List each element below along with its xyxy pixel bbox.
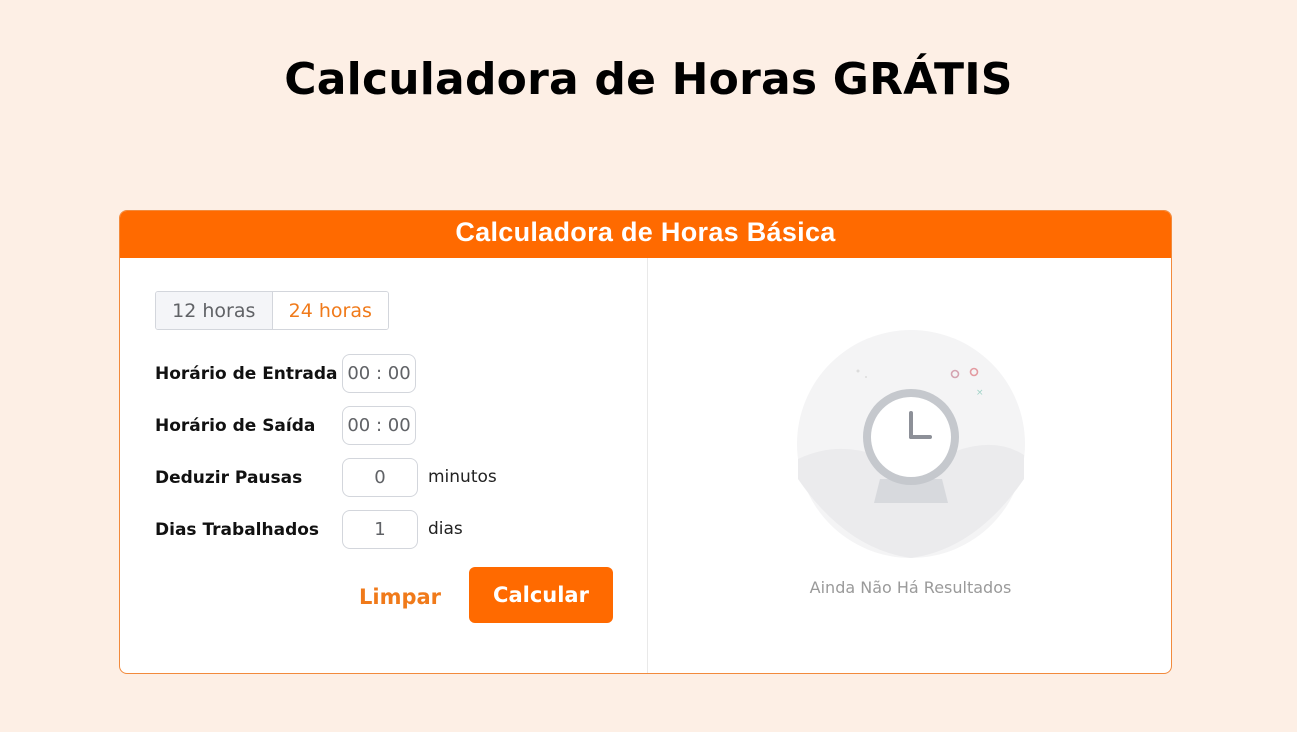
no-results-text: Ainda Não Há Resultados — [809, 578, 1012, 597]
days-unit: dias — [428, 519, 463, 539]
entry-time-input[interactable]: 00 : 00 — [342, 354, 416, 393]
exit-time-label: Horário de Saída — [155, 416, 316, 436]
clear-button[interactable]: Limpar — [356, 579, 444, 615]
days-worked-input[interactable]: 1 — [342, 510, 418, 549]
days-worked-label: Dias Trabalhados — [155, 520, 320, 540]
card-header: Calculadora de Horas Básica — [120, 211, 1171, 258]
svg-text:×: × — [976, 388, 984, 398]
breaks-unit: minutos — [428, 467, 497, 487]
time-format-toggle: 12 horas 24 horas — [155, 291, 389, 330]
breaks-input[interactable]: 0 — [342, 458, 418, 497]
exit-time-input[interactable]: 00 : 00 — [342, 406, 416, 445]
breaks-label: Deduzir Pausas — [155, 468, 303, 488]
entry-time-label: Horário de Entrada — [155, 364, 338, 384]
calculator-card: Calculadora de Horas Básica 12 horas 24 … — [119, 210, 1172, 674]
clock-icon: × — [796, 329, 1026, 559]
calculate-button[interactable]: Calcular — [469, 567, 613, 623]
page-title: Calculadora de Horas GRÁTIS — [284, 54, 1013, 105]
toggle-12-hours[interactable]: 12 horas — [156, 292, 273, 329]
toggle-24-hours[interactable]: 24 horas — [272, 292, 388, 329]
panel-divider — [647, 258, 648, 673]
